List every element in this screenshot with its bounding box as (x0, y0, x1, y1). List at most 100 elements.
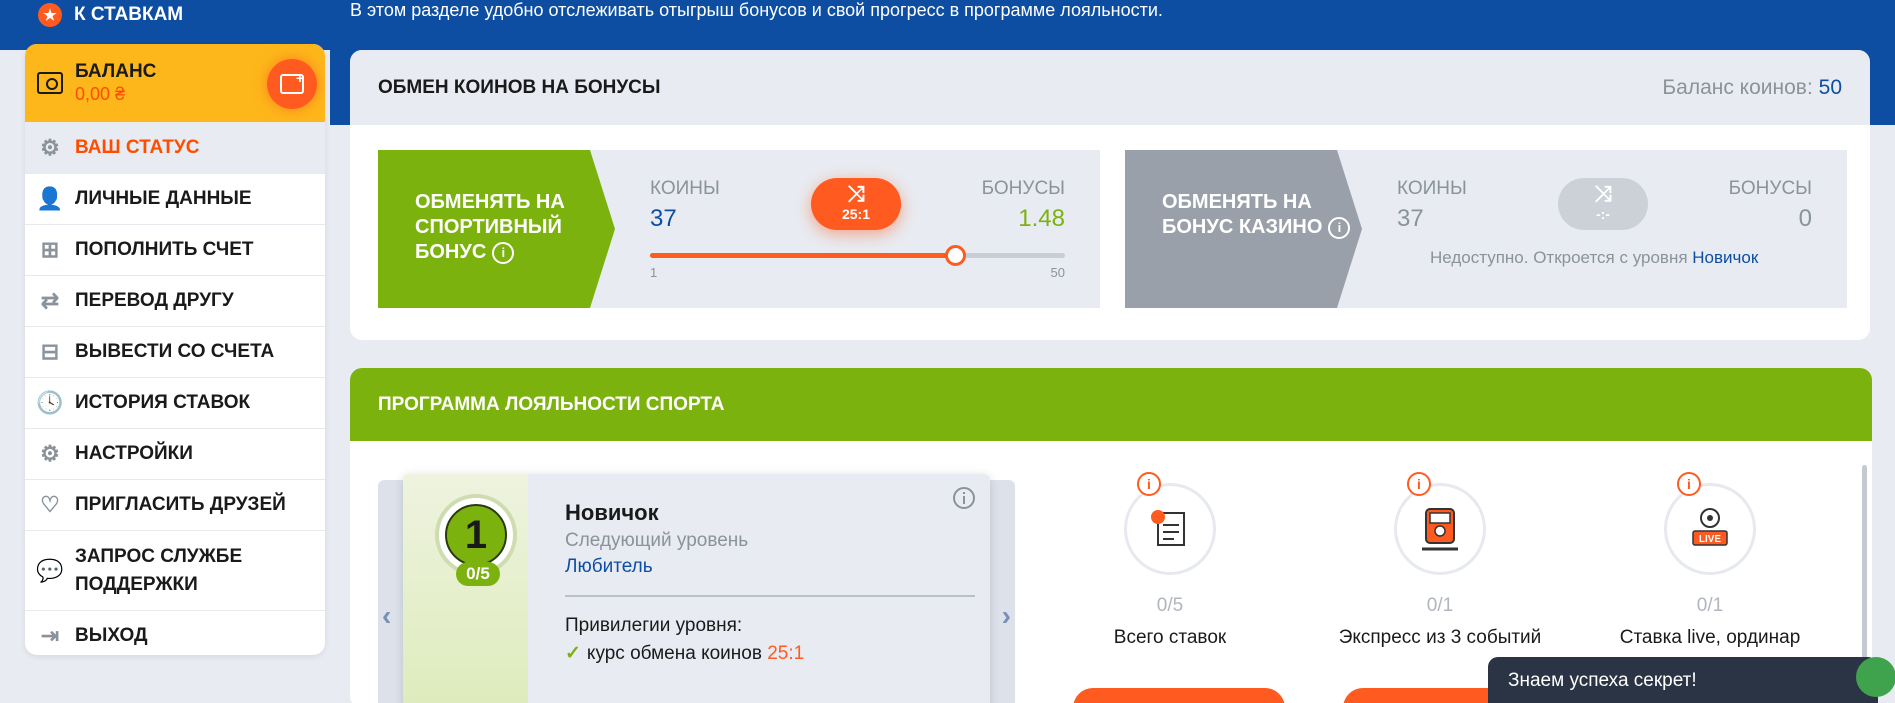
balance-value: 0,00 ₴ (75, 84, 126, 104)
task-progress: 0/5 (1156, 595, 1184, 616)
sidebar-item-label: ВЫХОД (75, 625, 148, 646)
chevron-left-icon[interactable]: ‹ (382, 600, 391, 632)
info-icon[interactable]: i (1137, 472, 1161, 496)
back-to-bets-label: К СТАВКАМ (74, 4, 184, 25)
sidebar-item-personal-data[interactable]: 👤 ЛИЧНЫЕ ДАННЫЕ (25, 173, 325, 224)
loyalty-card: ПРОГРАММА ЛОЯЛЬНОСТИ СПОРТА ‹ › 1 0/5 Но… (350, 368, 1872, 703)
privilege-text: курс обмена коинов (586, 643, 762, 664)
coins-label: КОИНЫ (1397, 178, 1467, 199)
star-icon: ★ (38, 3, 62, 27)
divider (565, 595, 975, 597)
exchange-title: ОБМЕН КОИНОВ НА БОНУСЫ (378, 76, 661, 98)
level-number: 1 (445, 504, 507, 566)
sidebar: БАЛАНС 0,00 ₴ ⚙ ВАШ СТАТУС 👤 ЛИЧНЫЕ ДАНН… (25, 44, 325, 655)
chat-icon: 💬 (36, 557, 64, 583)
sidebar-item-status[interactable]: ⚙ ВАШ СТАТУС (25, 122, 325, 173)
level-progress-badge: 0/5 (456, 562, 500, 586)
swap-rate: 25:1 (841, 206, 871, 222)
task-label: Всего ставок (1113, 627, 1227, 648)
sidebar-item-label: ВЫВЕСТИ СО СЧЕТА (75, 341, 275, 362)
balance-block[interactable]: БАЛАНС 0,00 ₴ (25, 44, 325, 122)
next-level-link[interactable]: Любитель (565, 556, 653, 578)
task-total-bets: i 0/5 Всего ставок (1055, 468, 1285, 651)
sidebar-item-logout[interactable]: ⇥ ВЫХОД (25, 610, 325, 655)
slider-max: 50 (1050, 265, 1065, 280)
loyalty-title: ПРОГРАММА ЛОЯЛЬНОСТИ СПОРТА (350, 368, 1872, 441)
coin-balance-label: Баланс коинов: (1662, 75, 1813, 99)
deposit-button[interactable] (267, 59, 317, 109)
intro-text: В этом разделе удобно отслеживать отыгры… (350, 0, 1163, 20)
slider-thumb[interactable] (944, 245, 966, 266)
task-live-single: i LIVE 0/1 Ставка live, ординар (1595, 468, 1825, 651)
toast-text: Знаем успеха секрет! (1508, 670, 1697, 691)
privilege-item: ✓ курс обмена коинов 25:1 (565, 642, 804, 665)
sidebar-item-support[interactable]: 💬 ЗАПРОС СЛУЖБЕ ПОДДЕРЖКИ (25, 530, 325, 610)
sidebar-item-history[interactable]: 🕓 ИСТОРИЯ СТАВОК (25, 377, 325, 428)
clock-icon: 🕓 (36, 390, 64, 415)
sidebar-item-transfer[interactable]: ⇄ ПЕРЕВОД ДРУГУ (25, 275, 325, 326)
sidebar-item-label: ПЕРЕВОД ДРУГУ (75, 290, 234, 311)
info-icon[interactable]: i (1677, 472, 1701, 496)
task-progress: 0/1 (1696, 595, 1724, 616)
coin-balance-value: 50 (1818, 75, 1842, 99)
sidebar-item-invite[interactable]: ♡ ПРИГЛАСИТЬ ДРУЗЕЙ (25, 479, 325, 530)
task-label: Экспресс из 3 событий (1338, 627, 1542, 648)
privilege-rate: 25:1 (767, 643, 805, 664)
bonus-label: БОНУСЫ (1728, 178, 1812, 199)
unavailable-text: Недоступно. Откроется с уровня (1430, 248, 1688, 267)
unlock-level-link[interactable]: Новичок (1692, 248, 1758, 267)
level-name: Новичок (565, 500, 659, 525)
sidebar-item-deposit[interactable]: ⊞ ПОПОЛНИТЬ СЧЕТ (25, 224, 325, 275)
sidebar-item-withdraw[interactable]: ⊟ ВЫВЕСТИ СО СЧЕТА (25, 326, 325, 377)
slider-fill (650, 253, 955, 258)
swap-rate: -:- (1596, 206, 1610, 222)
bonus-value: 0 (1798, 205, 1812, 232)
info-icon[interactable] (952, 486, 976, 510)
exchange-casino-button[interactable]: ОБМЕНЯТЬ НА БОНУС КАЗИНО i (1125, 150, 1362, 308)
sidebar-item-label: ЗАПРОС СЛУЖБЕ ПОДДЕРЖКИ (75, 545, 243, 595)
task-button[interactable] (1073, 688, 1285, 703)
receipt-icon: i (1124, 472, 1216, 575)
settings-icon: ⚙ (40, 441, 60, 466)
sidebar-item-settings[interactable]: ⚙ НАСТРОЙКИ (25, 428, 325, 479)
coins-value: 37 (1397, 205, 1424, 232)
exchange-casino-label: ОБМЕНЯТЬ НА БОНУС КАЗИНО (1162, 191, 1323, 238)
train-icon: i (1394, 472, 1486, 575)
swap-button[interactable]: ⤨ 25:1 (811, 178, 901, 230)
back-to-bets-button[interactable]: ★ К СТАВКАМ (38, 2, 183, 28)
bonus-label: БОНУСЫ (981, 178, 1065, 199)
task-label: Ставка live, ординар (1619, 627, 1801, 648)
coins-label: КОИНЫ (650, 178, 720, 199)
task-progress: 0/1 (1426, 595, 1454, 616)
exchange-header: ОБМЕН КОИНОВ НА БОНУСЫ Баланс коинов: 50 (350, 50, 1870, 125)
sidebar-item-label: НАСТРОЙКИ (75, 443, 193, 464)
sidebar-item-label: ПОПОЛНИТЬ СЧЕТ (75, 239, 254, 260)
info-icon[interactable]: i (492, 241, 515, 264)
svg-text:LIVE: LIVE (1699, 534, 1722, 545)
casino-exchange-panel: ОБМЕНЯТЬ НА БОНУС КАЗИНО i КОИНЫ 37 ⤨ -:-… (1125, 150, 1847, 308)
chat-bubble-icon[interactable] (1856, 657, 1895, 697)
handshake-icon: ♡ (40, 492, 60, 517)
info-icon[interactable]: i (1328, 216, 1351, 239)
coins-value: 37 (650, 205, 677, 232)
slider-min: 1 (650, 265, 658, 280)
sport-exchange-panel: ОБМЕНЯТЬ НА СПОРТИВНЫЙ БОНУС i КОИНЫ 37 ⤨… (378, 150, 1100, 308)
withdraw-icon: ⊟ (40, 339, 60, 364)
cash-icon (37, 72, 63, 94)
exchange-card: ОБМЕН КОИНОВ НА БОНУСЫ Баланс коинов: 50… (350, 50, 1870, 340)
balance-label: БАЛАНС (75, 61, 157, 82)
coin-slider[interactable] (650, 245, 1065, 266)
chat-toast[interactable]: Знаем успеха секрет! (1488, 657, 1895, 703)
info-icon[interactable]: i (1407, 472, 1431, 496)
exchange-sport-label: ОБМЕНЯТЬ НА СПОРТИВНЫЙ БОНУС (415, 191, 565, 263)
sidebar-item-label: ЛИЧНЫЕ ДАННЫЕ (75, 188, 252, 209)
logout-icon: ⇥ (40, 623, 60, 648)
chevron-right-icon[interactable]: › (1002, 600, 1011, 632)
deposit-icon: ⊞ (40, 237, 60, 262)
sidebar-item-label: ВАШ СТАТУС (75, 137, 200, 158)
gear-icon: ⚙ (40, 135, 60, 160)
shuffle-icon: ⤨ (847, 181, 865, 206)
exchange-sport-button[interactable]: ОБМЕНЯТЬ НА СПОРТИВНЫЙ БОНУС i (378, 150, 615, 308)
sidebar-item-label: ИСТОРИЯ СТАВОК (75, 392, 251, 413)
deposit-icon (280, 70, 304, 94)
